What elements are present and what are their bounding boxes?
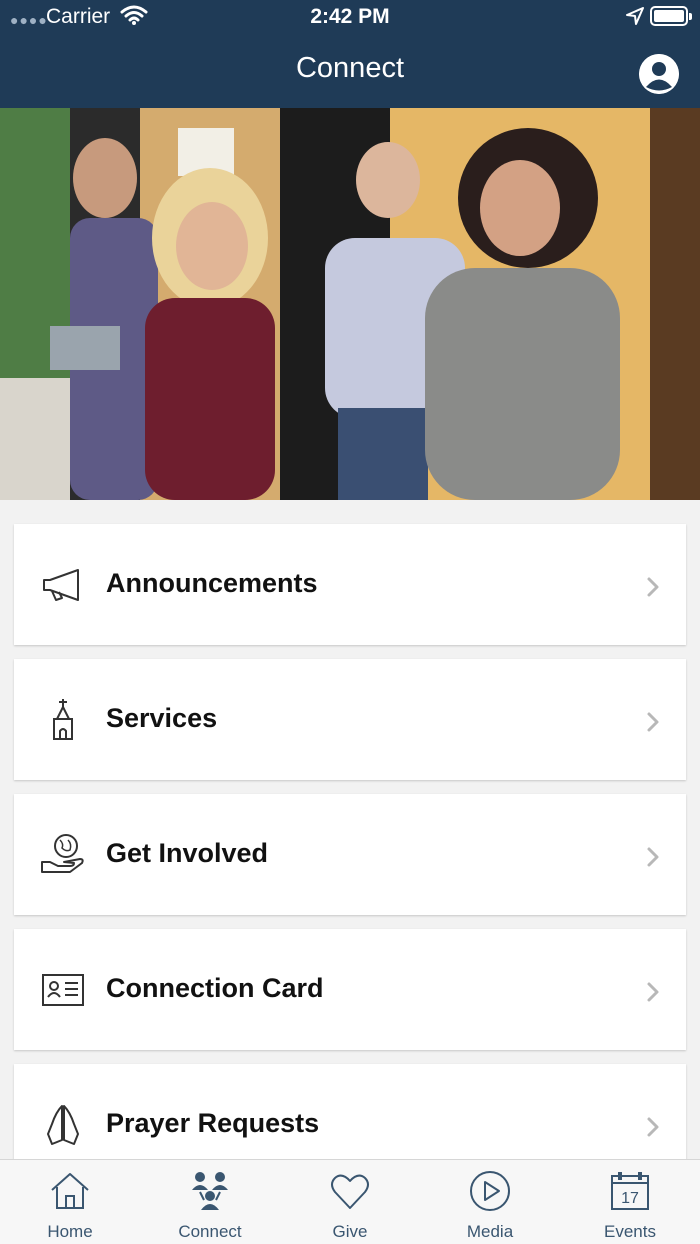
chevron-right-icon (647, 712, 659, 732)
chevron-right-icon (647, 1117, 659, 1137)
profile-button[interactable] (639, 54, 679, 94)
menu-item-label: Prayer Requests (106, 1108, 320, 1138)
hero-photo (0, 108, 700, 500)
menu-item-label: Get Involved (106, 838, 269, 868)
menu-item-get-involved[interactable]: Get Involved (14, 794, 686, 915)
tab-label: Give (332, 1222, 368, 1241)
tab-home[interactable]: Home (0, 1160, 140, 1244)
menu-item-connection-card[interactable]: Connection Card (14, 929, 686, 1050)
tab-label: Events (604, 1222, 656, 1241)
menu-item-label: Connection Card (106, 973, 324, 1003)
church-icon (40, 697, 86, 743)
id-card-icon (40, 967, 86, 1013)
menu-item-label: Announcements (106, 568, 318, 598)
tab-label: Media (466, 1222, 514, 1241)
tab-connect[interactable]: Connect (140, 1160, 280, 1244)
house-icon (49, 1170, 91, 1212)
status-bar: ●●●● Carrier 2:42 PM (0, 0, 700, 34)
tab-label: Home (47, 1222, 93, 1241)
tab-label: Connect (178, 1222, 242, 1241)
chevron-right-icon (647, 847, 659, 867)
tab-give[interactable]: Give (280, 1160, 420, 1244)
calendar-day: 17 (621, 1190, 639, 1207)
heart-icon (329, 1170, 371, 1212)
location-arrow-icon (626, 7, 644, 25)
praying-hands-icon (40, 1102, 86, 1148)
chevron-right-icon (647, 577, 659, 597)
people-icon (189, 1170, 231, 1212)
status-time: 2:42 PM (310, 5, 390, 28)
person-circle-icon (639, 54, 679, 94)
play-icon (469, 1170, 511, 1212)
globe-in-hand-icon (40, 832, 86, 878)
calendar-icon: 17 (609, 1170, 651, 1212)
megaphone-icon (40, 562, 86, 608)
menu-item-services[interactable]: Services (14, 659, 686, 780)
menu-item-label: Services (106, 703, 218, 733)
battery-icon (650, 6, 692, 26)
tab-media[interactable]: Media (420, 1160, 560, 1244)
top-bar: ●●●● Carrier 2:42 PM Connect (0, 0, 700, 108)
chevron-right-icon (647, 982, 659, 1002)
tab-events[interactable]: 17 Events (560, 1160, 700, 1244)
tab-bar: Home Connect Give Media 17 Events (0, 1159, 700, 1244)
menu-item-announcements[interactable]: Announcements (14, 524, 686, 645)
page-title: Connect (295, 52, 404, 84)
group-photo-illustration (0, 108, 700, 500)
